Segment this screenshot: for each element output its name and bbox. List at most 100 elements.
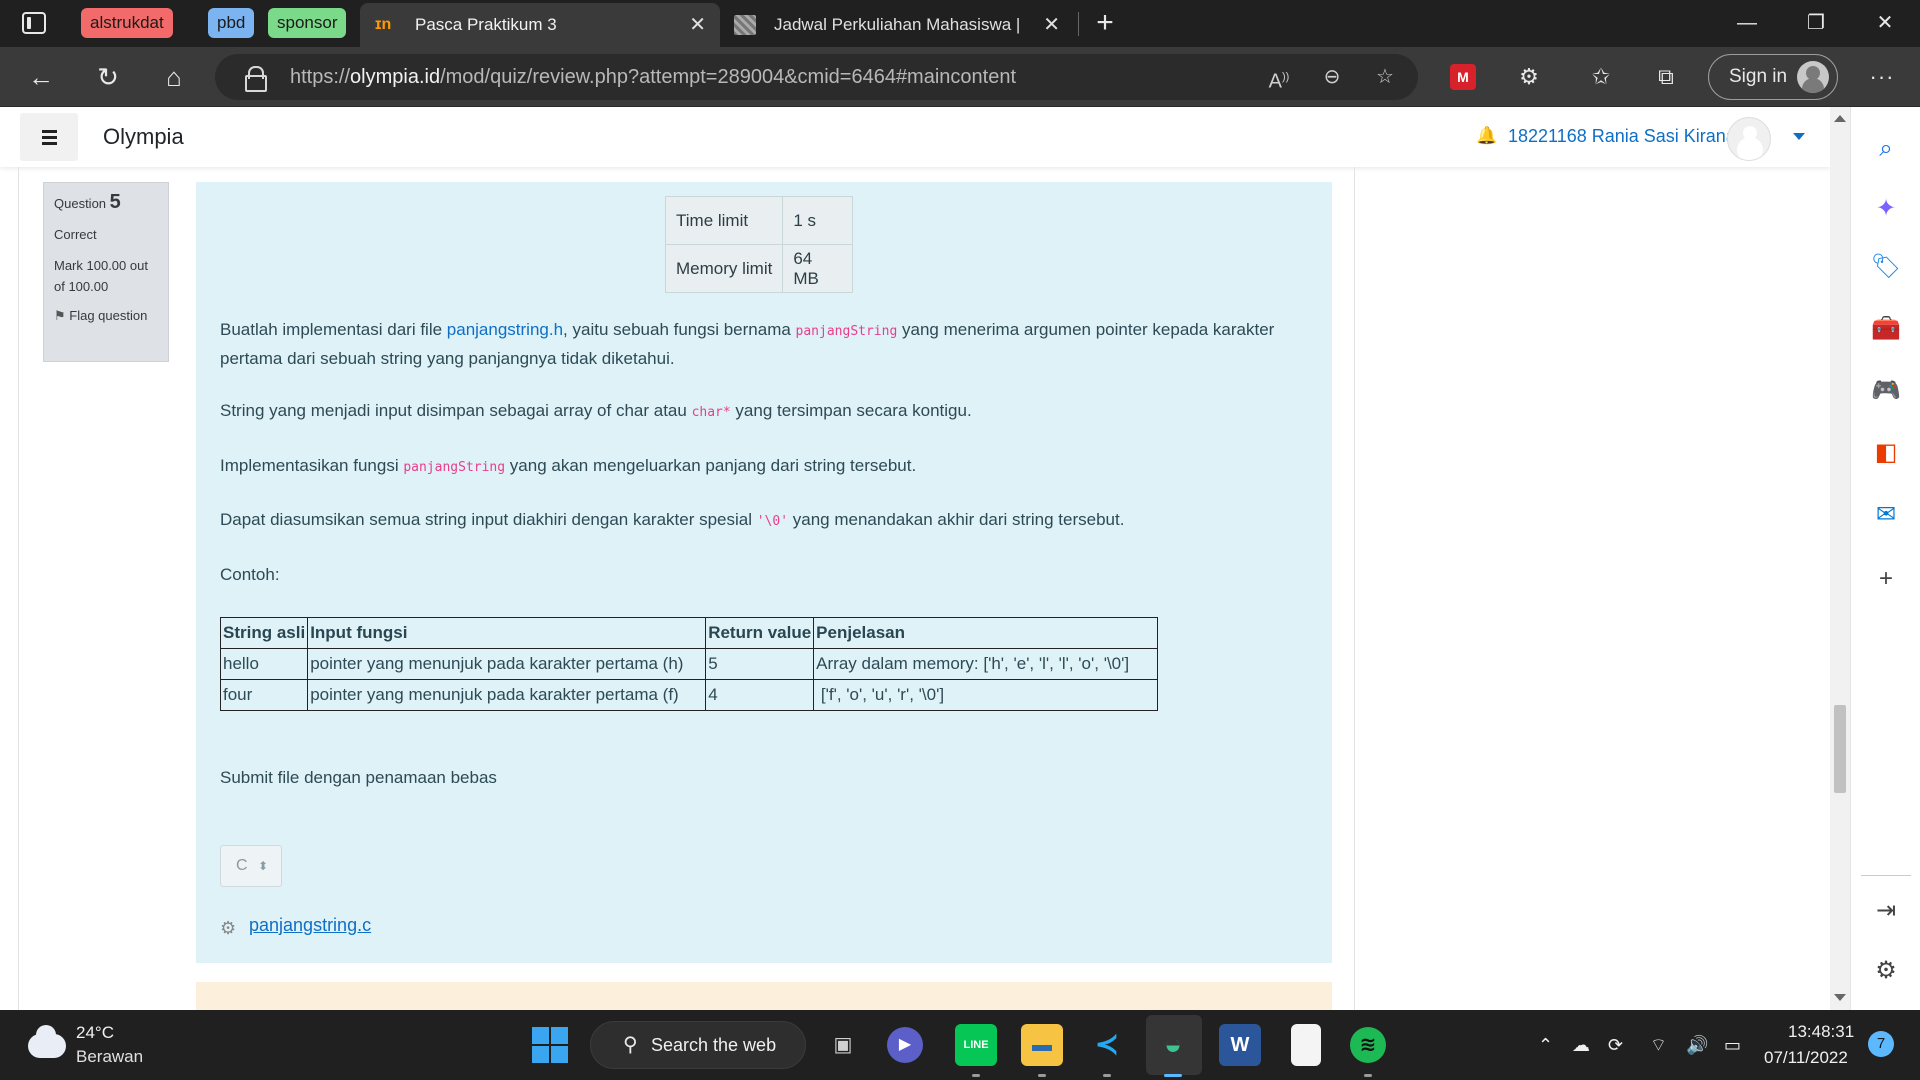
scroll-down-arrow-icon[interactable] bbox=[1834, 994, 1846, 1001]
teams-chat-icon[interactable]: ▶ bbox=[887, 1027, 923, 1063]
clock-time[interactable]: 13:48:31 bbox=[1788, 1022, 1854, 1042]
office-icon[interactable]: ◧ bbox=[1868, 435, 1904, 471]
table-cell: 5 bbox=[705, 648, 815, 680]
running-indicator bbox=[1364, 1074, 1372, 1077]
add-favorite-icon[interactable]: ☆ bbox=[1370, 62, 1400, 92]
question-paragraph-1: Buatlah implementasi dari file panjangst… bbox=[220, 320, 1275, 368]
search-icon: ⚲ bbox=[623, 1034, 638, 1056]
limit-value: 64 MB bbox=[782, 244, 854, 293]
active-indicator bbox=[1164, 1074, 1182, 1077]
extensions-icon[interactable]: ⚙ bbox=[1513, 61, 1545, 93]
search-icon[interactable]: ⌕ bbox=[1868, 131, 1904, 167]
flag-question-button[interactable]: ⚑ Flag question bbox=[54, 305, 158, 326]
close-window-icon[interactable]: ✕ bbox=[1860, 0, 1910, 47]
site-name[interactable]: Olympia bbox=[103, 107, 184, 167]
question-status: Correct bbox=[54, 227, 97, 242]
flag-icon: ⚑ bbox=[54, 308, 66, 323]
outlook-icon[interactable]: ✉ bbox=[1868, 497, 1904, 533]
limit-label: Memory limit bbox=[664, 244, 784, 293]
vscode-icon[interactable]: ≺ bbox=[1086, 1024, 1128, 1066]
tab-group-alstrukdat[interactable]: alstrukdat bbox=[81, 8, 173, 38]
zoom-out-icon[interactable]: ⊖ bbox=[1317, 62, 1347, 92]
tab-group-pbd[interactable]: pbd bbox=[208, 8, 255, 38]
weather-temperature[interactable]: 24°C bbox=[76, 1023, 114, 1043]
hide-sidebar-icon[interactable]: ⇥ bbox=[1868, 893, 1904, 929]
battery-icon[interactable]: ▭ bbox=[1724, 1030, 1741, 1060]
spotify-icon[interactable]: ≋ bbox=[1350, 1027, 1386, 1063]
table-cell: pointer yang menunjuk pada karakter pert… bbox=[307, 648, 707, 680]
sidebar-settings-gear-icon[interactable]: ⚙ bbox=[1868, 953, 1904, 989]
taskbar-search-box[interactable]: ⚲ Search the web bbox=[590, 1021, 806, 1069]
tab-group-sponsor[interactable]: sponsor bbox=[268, 8, 347, 38]
content-right-border bbox=[1354, 167, 1355, 1010]
line-app-icon[interactable]: LINE bbox=[955, 1024, 997, 1066]
read-aloud-icon[interactable]: A)) bbox=[1264, 62, 1294, 93]
sign-in-label: Sign in bbox=[1729, 66, 1788, 87]
volume-icon[interactable]: 🔊 bbox=[1686, 1030, 1708, 1060]
tab-pasca-praktikum[interactable]: ɪn Pasca Praktikum 3 ✕ bbox=[360, 3, 720, 47]
language-select[interactable]: C ⬍ bbox=[220, 845, 282, 887]
url-path: /mod/quiz/review.php?attempt=289004&cmid… bbox=[440, 66, 1017, 88]
inline-code: char* bbox=[691, 405, 731, 420]
notification-bell-icon[interactable]: 🔔 bbox=[1476, 127, 1497, 145]
scrollbar-thumb[interactable] bbox=[1834, 705, 1846, 793]
refresh-icon[interactable]: ↻ bbox=[90, 59, 126, 95]
add-sidebar-app-icon[interactable]: + bbox=[1868, 561, 1904, 597]
limit-value: 1 s bbox=[782, 196, 854, 245]
new-tab-icon[interactable]: + bbox=[1090, 6, 1120, 40]
user-menu-name[interactable]: 18221168 Rania Sasi Kirana bbox=[1508, 107, 1736, 165]
question-mark: Mark 100.00 out of 100.00 bbox=[54, 258, 148, 294]
submitted-file-link[interactable]: panjangstring.c bbox=[249, 915, 371, 936]
user-menu-caret-icon[interactable] bbox=[1793, 133, 1805, 140]
table-row: Time limit 1 s bbox=[664, 196, 854, 245]
favorites-icon[interactable]: ✩ bbox=[1585, 61, 1617, 93]
minimize-icon[interactable]: — bbox=[1722, 0, 1772, 47]
table-row: Memory limit 64 MB bbox=[664, 244, 854, 293]
notepad-file-icon[interactable] bbox=[1291, 1024, 1321, 1066]
close-tab-icon[interactable]: ✕ bbox=[1043, 3, 1060, 47]
task-view-icon[interactable]: ▣ bbox=[822, 1024, 864, 1066]
header-file-link[interactable]: panjangstring.h bbox=[447, 320, 563, 339]
clock-date[interactable]: 07/11/2022 bbox=[1764, 1048, 1848, 1068]
question-paragraph-4: Dapat diasumsikan semua string input dia… bbox=[220, 510, 1125, 529]
home-icon[interactable]: ⌂ bbox=[156, 59, 192, 95]
scroll-up-arrow-icon[interactable] bbox=[1834, 115, 1846, 122]
menu-toggle-button[interactable] bbox=[20, 113, 78, 161]
file-explorer-icon[interactable]: ▬ bbox=[1021, 1024, 1063, 1066]
address-bar[interactable]: https://olympia.id/mod/quiz/review.php?a… bbox=[215, 54, 1418, 100]
edge-sidebar: ⌕ ✦ 🏷 🧰 🎮 ◧ ✉ + ⇥ ⚙ bbox=[1850, 107, 1920, 1010]
discover-sparkle-icon[interactable]: ✦ bbox=[1868, 191, 1904, 227]
notification-count-badge[interactable]: 7 bbox=[1868, 1031, 1894, 1057]
inline-code: panjangString bbox=[403, 460, 506, 475]
url-text[interactable]: https://olympia.id/mod/quiz/review.php?a… bbox=[290, 54, 1016, 100]
lock-icon[interactable] bbox=[245, 66, 267, 92]
games-icon[interactable]: 🎮 bbox=[1868, 373, 1904, 409]
page-scrollbar[interactable] bbox=[1830, 107, 1850, 1010]
mendeley-extension-icon[interactable]: M bbox=[1450, 64, 1476, 90]
back-arrow-icon[interactable]: ← bbox=[23, 59, 59, 95]
show-hidden-icons-chevron-icon[interactable]: ⌃ bbox=[1538, 1030, 1553, 1060]
weather-description[interactable]: Berawan bbox=[76, 1047, 143, 1067]
word-icon[interactable]: W bbox=[1219, 1024, 1261, 1066]
shopping-tag-icon[interactable]: 🏷 bbox=[1868, 249, 1904, 285]
onedrive-cloud-icon[interactable]: ☁ bbox=[1572, 1030, 1590, 1060]
restore-icon[interactable]: ❐ bbox=[1791, 0, 1841, 47]
close-tab-icon[interactable]: ✕ bbox=[689, 3, 706, 47]
edge-browser-icon[interactable]: ◒ bbox=[1152, 1024, 1194, 1066]
cloud-weather-icon[interactable] bbox=[28, 1025, 66, 1058]
site-header: Olympia 🔔 18221168 Rania Sasi Kirana bbox=[0, 107, 1830, 167]
tab-title: Jadwal Perkuliahan Mahasiswa | S bbox=[774, 15, 1024, 34]
tab-actions-icon[interactable] bbox=[22, 12, 46, 34]
wifi-icon[interactable]: ⌔ bbox=[1650, 1030, 1667, 1060]
sign-in-button[interactable]: Sign in bbox=[1708, 54, 1838, 100]
user-avatar[interactable] bbox=[1727, 117, 1771, 161]
tools-icon[interactable]: 🧰 bbox=[1868, 311, 1904, 347]
collections-icon[interactable]: ⧉ bbox=[1650, 61, 1682, 93]
windows-start-icon[interactable] bbox=[532, 1027, 568, 1063]
select-arrows-icon: ⬍ bbox=[258, 859, 269, 873]
more-menu-icon[interactable]: ··· bbox=[1864, 59, 1900, 95]
sync-icon[interactable]: ⟳ bbox=[1608, 1030, 1623, 1060]
column-header: Penjelasan bbox=[813, 617, 1159, 649]
tab-jadwal-perkuliahan[interactable]: Jadwal Perkuliahan Mahasiswa | S ✕ bbox=[722, 3, 1074, 47]
inline-code: '\0' bbox=[756, 514, 789, 529]
